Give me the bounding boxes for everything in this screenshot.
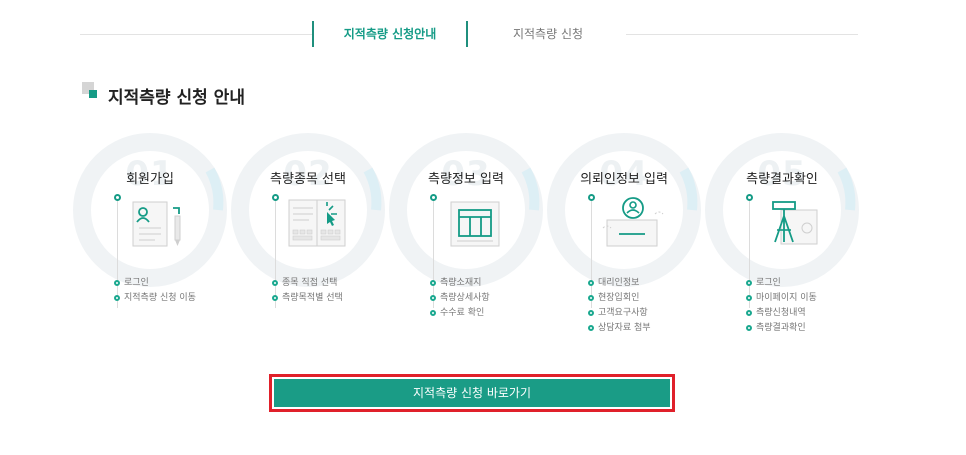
keyboard-select-icon	[288, 199, 346, 247]
step-title: 의뢰인정보 입력	[580, 172, 668, 187]
step-4: 04 의뢰인정보 입력 대리인정보 현장입회인 고객요구사항 상담자료 첨부	[549, 150, 699, 350]
list-item: 측량목적별 선택	[269, 291, 343, 306]
tab-survey-apply[interactable]: 지적측량 신청	[470, 18, 626, 50]
list-item: 측량소재지	[427, 276, 490, 291]
tab-label: 지적측량 신청안내	[343, 27, 437, 41]
list-item: 대리인정보	[585, 276, 651, 291]
step-items: 종목 직접 선택 측량목적별 선택	[269, 276, 343, 306]
step-title: 측량정보 입력	[428, 172, 504, 187]
step-items: 로그인 마이페이지 이동 측량신청내역 측량결과확인	[743, 276, 817, 336]
list-item: 로그인	[111, 276, 196, 291]
list-item: 지적측량 신청 이동	[111, 291, 196, 306]
list-item: 수수료 확인	[427, 306, 490, 321]
step-items: 측량소재지 측량상세사항 수수료 확인	[427, 276, 490, 321]
client-info-icon	[602, 197, 664, 247]
title-square-accent-icon	[89, 90, 97, 98]
tab-survey-guide[interactable]: 지적측량 신청안내	[312, 18, 468, 50]
step-title: 회원가입	[126, 172, 174, 187]
list-item: 상담자료 첨부	[585, 321, 651, 336]
tab-divider-left	[80, 34, 312, 35]
step-items: 로그인 지적측량 신청 이동	[111, 276, 196, 306]
step-title: 측량결과확인	[746, 172, 818, 187]
user-document-icon	[132, 201, 181, 247]
tab-divider-right	[626, 34, 858, 35]
list-item: 마이페이지 이동	[743, 291, 817, 306]
table-form-icon	[450, 201, 500, 247]
step-title: 측량종목 선택	[270, 172, 346, 187]
step-5: 05 측량결과확인 로그인 마이페이지 이동 측량신청내역 측량결과확인	[707, 150, 857, 350]
step-2: 02 측량종목 선택 종목 직접 선택 측량목적별 선택	[233, 150, 383, 350]
list-item: 측량결과확인	[743, 321, 817, 336]
step-1: 01 회원가입 로그인 지적측량 신청 이동	[75, 150, 225, 350]
tab-label: 지적측량 신청	[512, 27, 584, 41]
step-3: 03 측량정보 입력 측량소재지 측량상세사항 수수료 확인	[391, 150, 541, 350]
cta-highlight-box: 지적측량 신청 바로가기	[269, 374, 675, 412]
step-items: 대리인정보 현장입회인 고객요구사항 상담자료 첨부	[585, 276, 651, 336]
page-title: 지적측량 신청 안내	[108, 88, 245, 108]
list-item: 현장입회인	[585, 291, 651, 306]
list-item: 측량신청내역	[743, 306, 817, 321]
tab-bar: 지적측량 신청안내 지적측량 신청	[80, 18, 858, 50]
list-item: 종목 직접 선택	[269, 276, 343, 291]
list-item: 고객요구사항	[585, 306, 651, 321]
survey-tripod-icon	[772, 201, 818, 245]
survey-apply-shortcut-button[interactable]: 지적측량 신청 바로가기	[274, 379, 670, 407]
list-item: 측량상세사항	[427, 291, 490, 306]
list-item: 로그인	[743, 276, 817, 291]
